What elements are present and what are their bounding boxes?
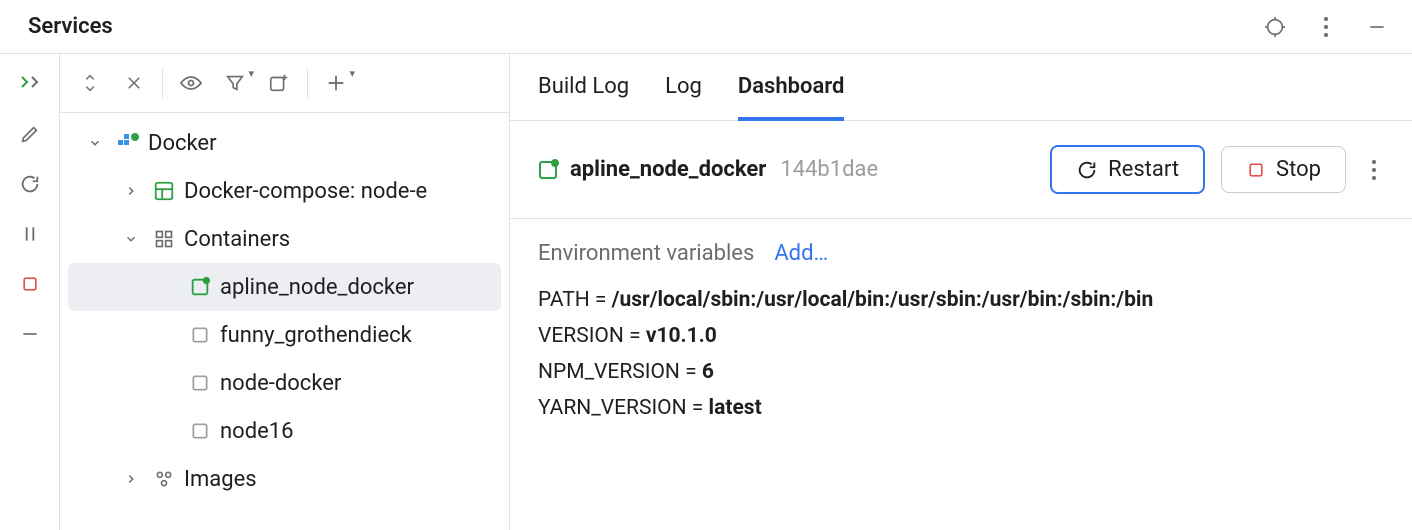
container-stopped-icon [188, 371, 212, 395]
compose-icon [152, 179, 176, 203]
env-row: VERSION = v10.1.0 [538, 324, 1384, 348]
container-running-icon [536, 158, 560, 182]
new-panel-icon[interactable] [257, 64, 301, 102]
chevron-right-icon [124, 472, 144, 486]
container-name: apline_node_docker [570, 157, 766, 182]
chevron-down-icon [124, 232, 144, 246]
tab-dashboard[interactable]: Dashboard [738, 74, 844, 121]
env-list: PATH = /usr/local/sbin:/usr/local/bin:/u… [538, 288, 1384, 420]
close-tree-icon[interactable] [112, 64, 156, 102]
container-stopped-icon [188, 419, 212, 443]
restart-button[interactable]: Restart [1050, 145, 1205, 194]
tree-label: node-docker [220, 371, 341, 396]
filter-icon[interactable]: ▾ [213, 64, 257, 102]
tab-build-log[interactable]: Build Log [538, 74, 629, 120]
stop-button[interactable]: Stop [1221, 146, 1346, 193]
tree-node-compose[interactable]: Docker-compose: node-e [60, 167, 509, 215]
more-icon[interactable] [1362, 160, 1386, 180]
dashboard-body: Environment variables Add… PATH = /usr/l… [510, 219, 1412, 454]
env-row: YARN_VERSION = latest [538, 396, 1384, 420]
pause-icon[interactable] [18, 222, 42, 246]
tree: Docker Docker-compose: node-e [60, 113, 509, 530]
tree-label: Containers [184, 227, 290, 252]
detail-panel: Build Log Log Dashboard apline_node_dock… [510, 54, 1412, 530]
tree-label: node16 [220, 419, 294, 444]
left-rail [0, 54, 60, 530]
container-hash: 144b1dae [780, 157, 878, 182]
edit-icon[interactable] [18, 122, 42, 146]
add-icon[interactable]: ▾ [314, 64, 358, 102]
tree-node-container[interactable]: node16 [60, 407, 509, 455]
view-icon[interactable] [169, 64, 213, 102]
more-icon[interactable] [1314, 17, 1338, 37]
tree-node-container[interactable]: funny_grothendieck [60, 311, 509, 359]
deploy-icon[interactable] [18, 72, 42, 96]
container-header: apline_node_docker 144b1dae Restart Stop [510, 121, 1412, 219]
tab-log[interactable]: Log [665, 74, 702, 120]
add-env-link[interactable]: Add… [774, 241, 828, 266]
env-heading: Environment variables [538, 241, 754, 266]
tree-node-container[interactable]: apline_node_docker [68, 263, 501, 311]
expand-collapse-icon[interactable] [68, 64, 112, 102]
containers-icon [152, 227, 176, 251]
services-panel: Services [0, 0, 1412, 530]
titlebar-actions [1264, 16, 1388, 38]
refresh-icon[interactable] [18, 172, 42, 196]
images-icon [152, 467, 176, 491]
minimize-icon[interactable] [1366, 16, 1388, 38]
tree-panel: ▾ ▾ [60, 54, 510, 530]
button-label: Restart [1108, 157, 1179, 182]
panel-title: Services [28, 14, 113, 39]
tree-label: funny_grothendieck [220, 323, 412, 348]
target-icon[interactable] [1264, 16, 1286, 38]
container-stopped-icon [188, 323, 212, 347]
tree-label: Docker-compose: node-e [184, 179, 427, 204]
tree-node-container[interactable]: node-docker [60, 359, 509, 407]
tree-node-containers[interactable]: Containers [60, 215, 509, 263]
tree-label: apline_node_docker [220, 275, 414, 300]
content: ▾ ▾ [0, 53, 1412, 530]
env-row: PATH = /usr/local/sbin:/usr/local/bin:/u… [538, 288, 1384, 312]
chevron-right-icon [124, 184, 144, 198]
tree-toolbar: ▾ ▾ [60, 54, 509, 113]
docker-icon [116, 131, 140, 155]
stop-rail-icon[interactable] [18, 272, 42, 296]
tree-node-images[interactable]: Images [60, 455, 509, 503]
container-running-icon [188, 275, 212, 299]
button-label: Stop [1276, 157, 1321, 182]
env-row: NPM_VERSION = 6 [538, 360, 1384, 384]
titlebar: Services [0, 0, 1412, 53]
tree-label: Images [184, 467, 257, 492]
chevron-down-icon [88, 136, 108, 150]
tab-bar: Build Log Log Dashboard [510, 54, 1412, 121]
collapse-icon[interactable] [18, 322, 42, 346]
tree-node-docker[interactable]: Docker [60, 119, 509, 167]
tree-label: Docker [148, 131, 217, 156]
